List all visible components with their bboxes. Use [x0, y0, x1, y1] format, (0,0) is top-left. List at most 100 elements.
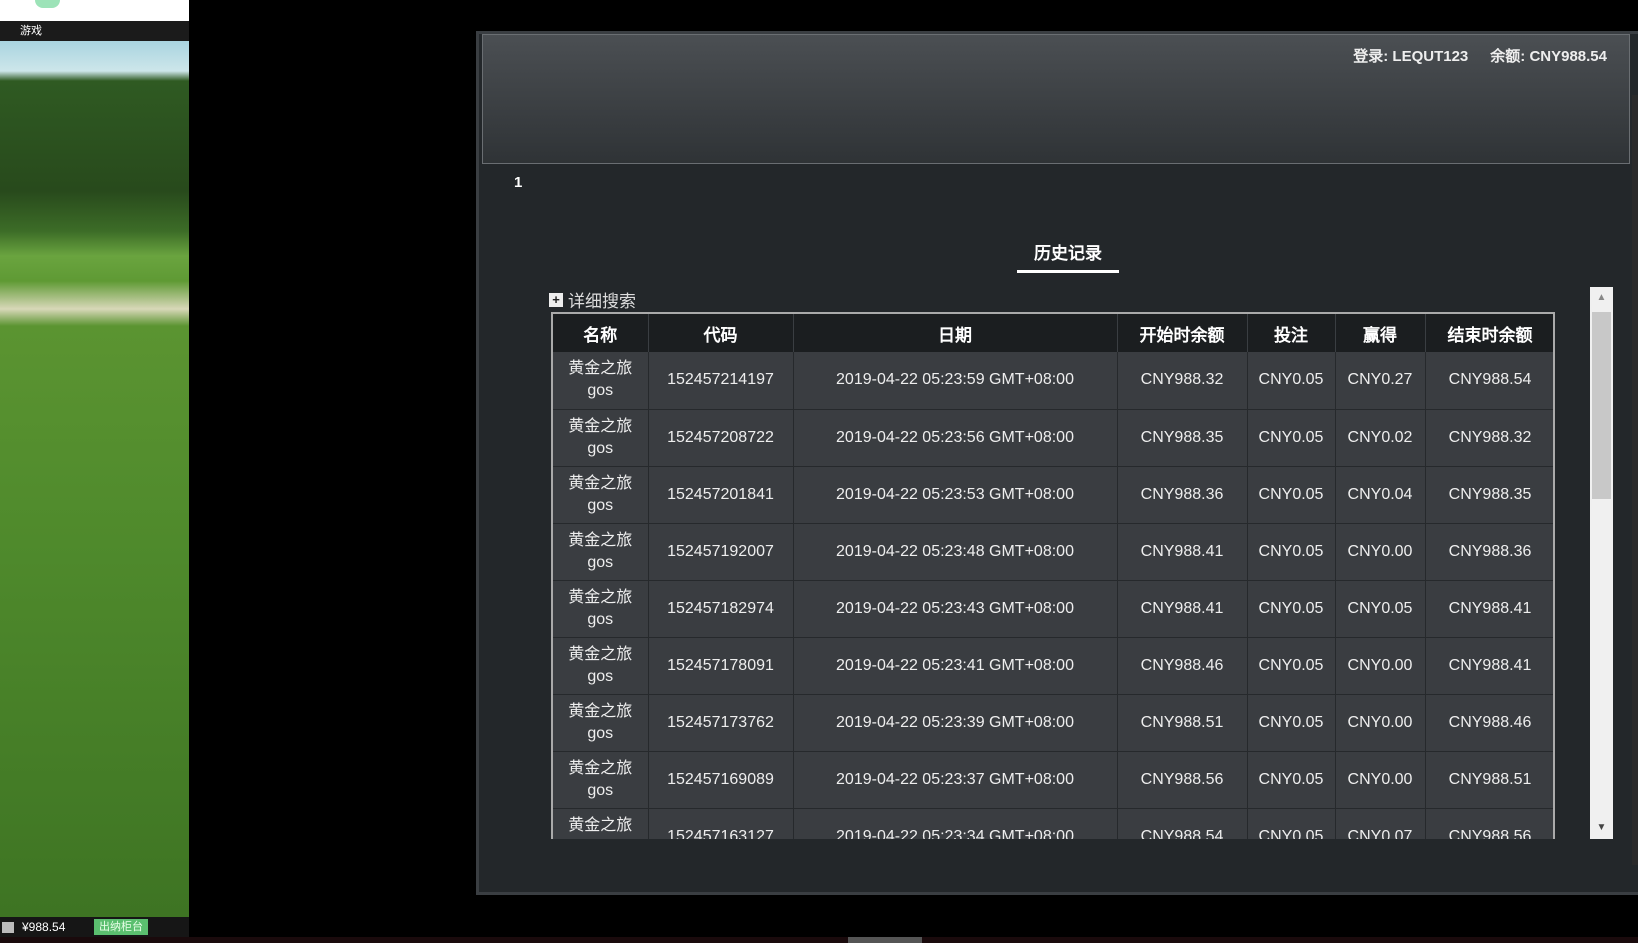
vertical-scrollbar[interactable]: ▲ ▼ [1590, 287, 1613, 839]
cell-code: 152457192007 [648, 523, 794, 581]
cell-code: 152457173762 [648, 694, 794, 752]
game-name: 黄金之旅 [568, 417, 633, 435]
cell-name: 黄金之旅 gos [553, 523, 649, 581]
cell-win: CNY0.07 [1335, 808, 1426, 839]
game-name: 黄金之旅 [568, 474, 633, 492]
nav-games[interactable]: 游戏 [20, 25, 42, 37]
cell-name: 黄金之旅 gos [553, 352, 649, 410]
cell-code: 152457208722 [648, 409, 794, 467]
cell-code: 152457163127 [648, 808, 794, 839]
game-name: 黄金之旅 [568, 645, 633, 663]
cell-bet: CNY0.05 [1247, 409, 1336, 467]
taskbar [0, 937, 1638, 943]
cell-code: 152457178091 [648, 637, 794, 695]
column-header: 结束时余额 [1425, 314, 1553, 352]
taskbar-tab[interactable] [848, 937, 922, 943]
page-number: 1 [514, 174, 523, 191]
cell-date: 2019-04-22 05:23:34 GMT+08:00 [793, 808, 1118, 839]
cell-end: CNY988.32 [1425, 409, 1553, 467]
expand-plus-icon[interactable]: + [549, 292, 563, 307]
cell-win: CNY0.27 [1335, 352, 1426, 410]
cell-date: 2019-04-22 05:23:59 GMT+08:00 [793, 352, 1118, 410]
cell-name: 黄金之旅 gos [553, 409, 649, 467]
column-header: 投注 [1247, 314, 1336, 352]
cell-bet: CNY0.05 [1247, 352, 1336, 410]
cell-start: CNY988.56 [1117, 751, 1248, 809]
history-table: 名称 代码 日期 开始时余额 投注 赢得 结束时余额 黄金之旅 gos 152457214197… [551, 312, 1555, 839]
game-code: gos [587, 724, 614, 742]
cell-end: CNY988.41 [1425, 580, 1553, 638]
table-row: 黄金之旅 gos 152457192007 2019-04-22 05:23:48 G… [553, 523, 1553, 581]
nav-bar: 游戏 [0, 21, 189, 41]
cell-bet: CNY0.05 [1247, 523, 1336, 581]
cell-start: CNY988.36 [1117, 466, 1248, 524]
advanced-search-toggle[interactable]: + 详细搜索 [549, 287, 636, 312]
game-name: 黄金之旅 [568, 816, 633, 834]
cell-end: CNY988.41 [1425, 637, 1553, 695]
cell-bet: CNY0.05 [1247, 466, 1336, 524]
cell-win: CNY0.04 [1335, 466, 1426, 524]
cell-name: 黄金之旅 gos [553, 808, 649, 839]
table-row: 黄金之旅 gos 152457178091 2019-04-22 05:23:41 G… [553, 637, 1553, 695]
cashier-button[interactable]: 出纳柜台 [94, 919, 148, 935]
login-info: 登录: LEQUT123 [1353, 48, 1469, 65]
column-header: 代码 [648, 314, 794, 352]
game-code: gos [587, 496, 614, 514]
game-code: gos [587, 610, 614, 628]
game-name: 黄金之旅 [568, 702, 633, 720]
cell-start: CNY988.51 [1117, 694, 1248, 752]
cell-name: 黄金之旅 gos [553, 580, 649, 638]
coins-icon [2, 922, 14, 933]
scroll-down-arrow-icon[interactable]: ▼ [1590, 817, 1613, 839]
history-panel: 登录: LEQUT123 余额: CNY988.54 1 历史记录 + 详细搜索 名… [476, 31, 1638, 895]
game-code: gos [587, 667, 614, 685]
game-name: 黄金之旅 [568, 531, 633, 549]
balance-display: ¥988.54 [22, 920, 66, 934]
game-name: 黄金之旅 [568, 759, 633, 777]
cell-bet: CNY0.05 [1247, 580, 1336, 638]
logo-icon [35, 0, 60, 8]
cell-code: 152457182974 [648, 580, 794, 638]
game-name: 黄金之旅 [568, 588, 633, 606]
cell-date: 2019-04-22 05:23:41 GMT+08:00 [793, 637, 1118, 695]
table-row: 黄金之旅 gos 152457201841 2019-04-22 05:23:53 G… [553, 466, 1553, 524]
cell-win: CNY0.05 [1335, 580, 1426, 638]
column-header: 日期 [793, 314, 1118, 352]
cell-name: 黄金之旅 gos [553, 637, 649, 695]
table-row: 黄金之旅 gos1524571631272019-04-22 05:23:34 G… [553, 808, 1553, 839]
game-name: 黄金之旅 [568, 360, 633, 378]
cell-win: CNY0.00 [1335, 637, 1426, 695]
cell-name: 黄金之旅 gos [553, 466, 649, 524]
table-row: 黄金之旅 gos 152457173762 2019-04-22 05:23:39 G… [553, 694, 1553, 752]
golf-course-image [0, 41, 189, 917]
cell-start: CNY988.46 [1117, 637, 1248, 695]
cell-end: CNY988.54 [1425, 352, 1553, 410]
cell-start: CNY988.54 [1117, 808, 1248, 839]
cell-bet: CNY0.05 [1247, 637, 1336, 695]
advanced-search-label: 详细搜索 [568, 292, 636, 311]
table-row: 黄金之旅 gos 152457214197 2019-04-22 05:23:59 G… [553, 352, 1553, 410]
scroll-up-arrow-icon[interactable]: ▲ [1590, 287, 1613, 309]
cell-code: 152457201841 [648, 466, 794, 524]
cell-date: 2019-04-22 05:23:53 GMT+08:00 [793, 466, 1118, 524]
cell-bet: CNY0.05 [1247, 808, 1336, 839]
table-row: 黄金之旅 gos 152457208722 2019-04-22 05:23:56 G… [553, 409, 1553, 467]
cell-end: CNY988.46 [1425, 694, 1553, 752]
outer-scrollbar[interactable] [1632, 95, 1638, 865]
cell-code: 152457169089 [648, 751, 794, 809]
cell-win: CNY0.02 [1335, 409, 1426, 467]
column-header: 赢得 [1335, 314, 1426, 352]
scrollbar-thumb[interactable] [1592, 312, 1611, 499]
cell-date: 2019-04-22 05:23:56 GMT+08:00 [793, 409, 1118, 467]
left-sidebar: 游戏 ¥988.54 出纳柜台 [0, 0, 189, 937]
cell-end: CNY988.51 [1425, 751, 1553, 809]
table-row: 黄金之旅 gos 152457169089 2019-04-22 05:23:37 G… [553, 751, 1553, 809]
game-code: gos [587, 382, 614, 400]
cell-bet: CNY0.05 [1247, 694, 1336, 752]
top-toolbar [0, 0, 189, 21]
cell-end: CNY988.36 [1425, 523, 1553, 581]
tab-history[interactable]: 历史记录 [1017, 239, 1119, 273]
cell-win: CNY0.00 [1335, 523, 1426, 581]
game-code: gos [587, 553, 614, 571]
balance-info: 余额: CNY988.54 [1490, 48, 1607, 65]
